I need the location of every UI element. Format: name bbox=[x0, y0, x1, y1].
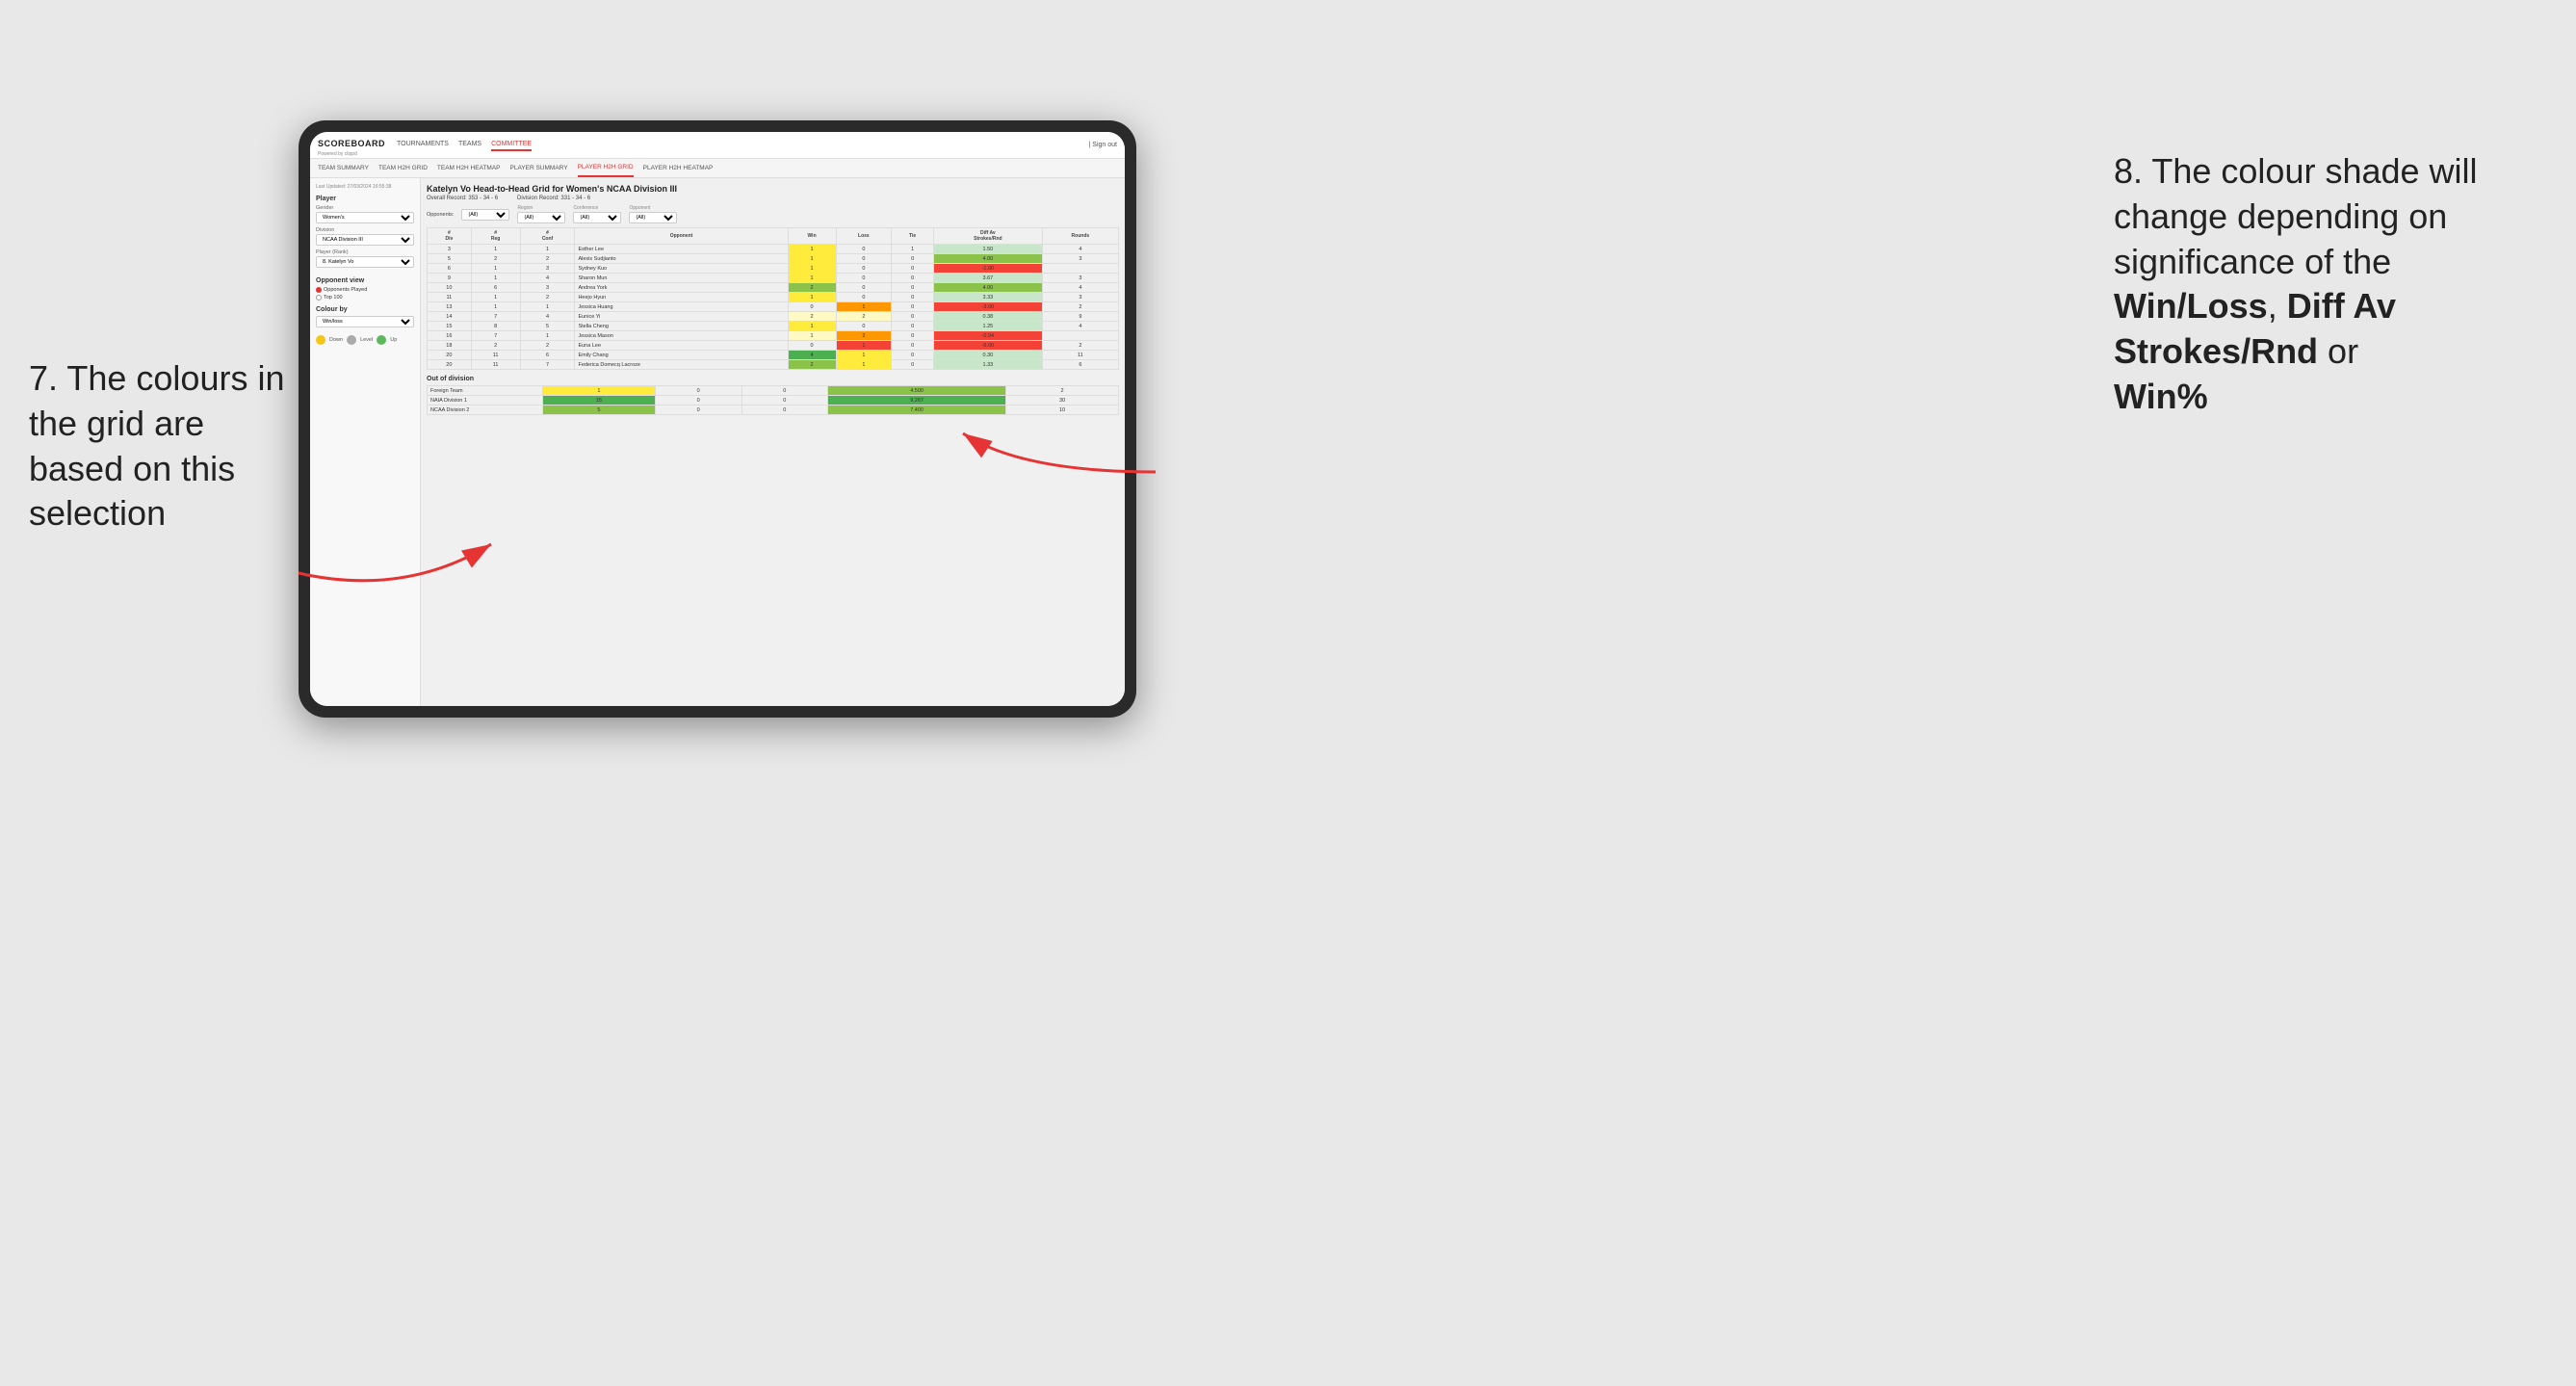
gender-select[interactable]: Women's bbox=[316, 212, 414, 223]
main-nav: TOURNAMENTS TEAMS COMMITTEE bbox=[397, 139, 1089, 151]
region-label: Region bbox=[517, 205, 565, 211]
filter-row: Opponents: (All) Region (All) Conference bbox=[427, 205, 1119, 223]
last-updated: Last Updated: 27/03/2024 16:55:38 bbox=[316, 184, 414, 190]
legend-down-label: Down bbox=[329, 337, 343, 343]
radio-opponents-played[interactable]: Opponents Played bbox=[316, 287, 414, 293]
nav-committee[interactable]: COMMITTEE bbox=[491, 139, 532, 151]
th-loss: Loss bbox=[836, 228, 892, 245]
gender-label: Gender bbox=[316, 205, 414, 211]
annotation-right: 8. The colour shade will change dependin… bbox=[2114, 149, 2528, 420]
out-of-division-title: Out of division bbox=[427, 376, 1119, 382]
table-row: 522 Alexis Sudjianto 1 0 0 4.00 3 bbox=[428, 254, 1119, 264]
player-rank-select[interactable]: 8. Katelyn Vo bbox=[316, 256, 414, 268]
out-of-division-table: Foreign Team 1 0 0 4.500 2 NAIA Division… bbox=[427, 385, 1119, 415]
conference-filter: Conference (All) bbox=[573, 205, 621, 223]
main-table: #Div #Reg #Conf Opponent Win Loss Tie Di… bbox=[427, 227, 1119, 370]
table-row: 1474 Eunice Yi 2 2 0 0.38 9 bbox=[428, 312, 1119, 322]
division-select[interactable]: NCAA Division III bbox=[316, 234, 414, 246]
th-opponent: Opponent bbox=[575, 228, 788, 245]
content-area: Katelyn Vo Head-to-Head Grid for Women's… bbox=[421, 178, 1125, 706]
subnav-team-h2h-grid[interactable]: TEAM H2H GRID bbox=[378, 159, 428, 177]
table-row: 1671 Jessica Mason 1 2 0 -0.94 bbox=[428, 331, 1119, 341]
subnav-player-h2h-heatmap[interactable]: PLAYER H2H HEATMAP bbox=[643, 159, 714, 177]
player-rank-label: Player (Rank) bbox=[316, 249, 414, 255]
radio-opponents-played-label: Opponents Played bbox=[324, 287, 367, 293]
table-row: 613 Sydney Kuo 1 0 0 -1.00 bbox=[428, 264, 1119, 274]
subnav-team-h2h-heatmap[interactable]: TEAM H2H HEATMAP bbox=[437, 159, 501, 177]
th-conf: #Conf bbox=[520, 228, 575, 245]
division-label: Division bbox=[316, 227, 414, 233]
radio-top100-label: Top 100 bbox=[324, 295, 343, 301]
logo: SCOREBOARD Powered by clippd bbox=[318, 134, 385, 157]
records-row: Overall Record: 353 - 34 - 6 Division Re… bbox=[427, 196, 1119, 201]
table-row: NCAA Division 2 5 0 0 7.400 10 bbox=[428, 405, 1119, 415]
grid-title: Katelyn Vo Head-to-Head Grid for Women's… bbox=[427, 184, 1119, 194]
opponents-filter: (All) bbox=[461, 209, 509, 221]
th-reg: #Reg bbox=[471, 228, 520, 245]
nav-teams[interactable]: TEAMS bbox=[458, 139, 481, 151]
radio-top100-dot bbox=[316, 295, 322, 301]
th-win: Win bbox=[788, 228, 836, 245]
th-div: #Div bbox=[428, 228, 472, 245]
table-row: 914 Sharon Mun 1 0 0 3.67 3 bbox=[428, 274, 1119, 283]
subnav-team-summary[interactable]: TEAM SUMMARY bbox=[318, 159, 369, 177]
table-row: 1063 Andrea York 2 0 0 4.00 4 bbox=[428, 283, 1119, 293]
subnav-player-summary[interactable]: PLAYER SUMMARY bbox=[510, 159, 568, 177]
opponents-filter-label: Opponents: bbox=[427, 212, 454, 218]
th-tie: Tie bbox=[892, 228, 934, 245]
overall-record: Overall Record: 353 - 34 - 6 bbox=[427, 196, 498, 201]
legend-up-dot bbox=[377, 335, 386, 345]
logo-text: SCOREBOARD bbox=[318, 139, 385, 148]
colour-by-title: Colour by bbox=[316, 306, 414, 313]
conference-select[interactable]: (All) bbox=[573, 212, 621, 223]
table-row: 20116 Emily Chang 4 1 0 0.30 11 bbox=[428, 351, 1119, 360]
legend: Down Level Up bbox=[316, 335, 414, 345]
table-row: 20117 Federica Domecq Lacroze 2 1 0 1.33… bbox=[428, 360, 1119, 370]
legend-up-label: Up bbox=[390, 337, 397, 343]
sub-nav: TEAM SUMMARY TEAM H2H GRID TEAM H2H HEAT… bbox=[310, 159, 1125, 178]
tablet-device: SCOREBOARD Powered by clippd TOURNAMENTS… bbox=[299, 120, 1136, 718]
player-section-title: Player bbox=[316, 196, 414, 202]
legend-level-dot bbox=[347, 335, 356, 345]
app-header: SCOREBOARD Powered by clippd TOURNAMENTS… bbox=[310, 132, 1125, 159]
table-row: 311 Esther Lee 1 0 1 1.50 4 bbox=[428, 245, 1119, 254]
table-row: Foreign Team 1 0 0 4.500 2 bbox=[428, 386, 1119, 396]
region-select[interactable]: (All) bbox=[517, 212, 565, 223]
conference-label: Conference bbox=[573, 205, 621, 211]
table-row: NAIA Division 1 15 0 0 9.267 30 bbox=[428, 396, 1119, 405]
opponent-select[interactable]: (All) bbox=[629, 212, 677, 223]
colour-by-select[interactable]: Win/loss bbox=[316, 316, 414, 327]
th-diff: Diff AvStrokes/Rnd bbox=[933, 228, 1042, 245]
opponent-filter: Opponent (All) bbox=[629, 205, 677, 223]
table-row: 1585 Stella Cheng 1 0 0 1.25 4 bbox=[428, 322, 1119, 331]
opponent-label: Opponent bbox=[629, 205, 677, 211]
opponents-select[interactable]: (All) bbox=[461, 209, 509, 221]
nav-tournaments[interactable]: TOURNAMENTS bbox=[397, 139, 449, 151]
annotation-left: 7. The colours in the grid are based on … bbox=[29, 356, 299, 536]
radio-opponents-played-dot bbox=[316, 287, 322, 293]
colour-by-section: Colour by Win/loss bbox=[316, 306, 414, 331]
opponent-view-title: Opponent view bbox=[316, 277, 414, 284]
main-content: Last Updated: 27/03/2024 16:55:38 Player… bbox=[310, 178, 1125, 706]
table-row: 1822 Euna Lee 0 1 0 -5.00 2 bbox=[428, 341, 1119, 351]
table-row: 1311 Jessica Huang 0 1 0 -3.00 2 bbox=[428, 302, 1119, 312]
th-rounds: Rounds bbox=[1042, 228, 1118, 245]
sign-out[interactable]: | Sign out bbox=[1089, 142, 1117, 148]
legend-level-label: Level bbox=[360, 337, 373, 343]
left-panel: Last Updated: 27/03/2024 16:55:38 Player… bbox=[310, 178, 421, 706]
radio-top100[interactable]: Top 100 bbox=[316, 295, 414, 301]
table-row: 1112 Heejo Hyun 1 0 0 3.33 3 bbox=[428, 293, 1119, 302]
opponent-view: Opponent view Opponents Played Top 100 bbox=[316, 277, 414, 301]
logo-sub: Powered by clippd bbox=[318, 151, 385, 157]
legend-down-dot bbox=[316, 335, 325, 345]
subnav-player-h2h-grid[interactable]: PLAYER H2H GRID bbox=[578, 159, 634, 177]
tablet-screen: SCOREBOARD Powered by clippd TOURNAMENTS… bbox=[310, 132, 1125, 706]
region-filter: Region (All) bbox=[517, 205, 565, 223]
division-record: Division Record: 331 - 34 - 6 bbox=[517, 196, 590, 201]
